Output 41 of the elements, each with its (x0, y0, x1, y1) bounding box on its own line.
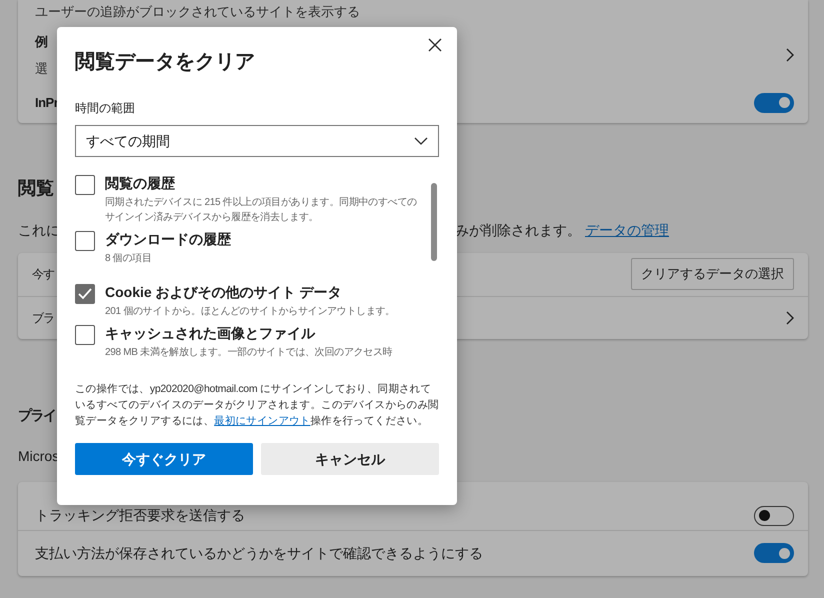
dialog-title: 閲覧データをクリア (75, 50, 256, 75)
setting-description: ユーザーの追跡がブロックされているサイトを表示する (34, 3, 361, 21)
toggle-switch[interactable] (754, 543, 794, 563)
option-label: キャッシュされた画像とファイル (105, 324, 316, 343)
chevron-right-icon (786, 310, 794, 324)
setting-label: ブラ (32, 310, 54, 326)
setting-label: トラッキング拒否要求を送信する (35, 506, 245, 524)
checkmark-icon (78, 288, 92, 300)
setting-label: 例 (35, 32, 48, 50)
range-dropdown[interactable]: すべての期間 (75, 125, 439, 157)
clear-now-button[interactable]: 今すぐクリア (75, 443, 253, 475)
toggle-switch[interactable] (754, 506, 794, 526)
checkbox[interactable] (75, 231, 95, 251)
range-label: 時間の範囲 (75, 100, 136, 117)
section-heading: 閲覧 (18, 176, 54, 200)
setting-label: InPr (35, 94, 58, 112)
option-description: 8 個の項目 (105, 252, 153, 266)
option-description: 298 MB 未満を解放します。一部のサイトでは、次回のアクセス時 (105, 346, 392, 360)
section-heading: プライ (18, 406, 56, 424)
close-icon[interactable] (427, 37, 443, 53)
scrollbar-thumb[interactable] (431, 183, 437, 261)
sign-out-link[interactable]: 最初にサインアウト (214, 415, 310, 427)
setting-label: 今す (32, 266, 54, 283)
option-label: Cookie およびその他のサイト データ (105, 283, 342, 302)
chevron-right-icon (786, 48, 794, 62)
option-description: 201 個のサイトから。ほとんどのサイトからサインアウトします。 (105, 305, 395, 319)
option-label: 閲覧の履歴 (105, 174, 176, 193)
checkbox[interactable] (75, 284, 95, 304)
cancel-button[interactable]: キャンセル (261, 443, 439, 475)
sync-notice: この操作では、yp202020@hotmail.com にサインインしており、同期されているすべてのデバイスのデータがクリアされます。このデバイスからのみ閲覧データをクリアするには、最初にサインアウト 操作を行ってください。 (75, 382, 439, 429)
checkbox[interactable] (75, 325, 95, 345)
chevron-down-icon (414, 137, 428, 145)
manage-data-link[interactable]: データの管理 (585, 220, 669, 240)
option-description: 同期されたデバイスに 215 件以上の項目があります。同期中のすべてのサインイン済みデバイスから履歴を消去します。 (105, 196, 418, 225)
option-label: ダウンロードの履歴 (105, 230, 231, 249)
toggle-switch[interactable] (754, 92, 794, 112)
section-description: Micros (18, 446, 60, 466)
checkbox[interactable] (75, 175, 95, 195)
choose-data-button[interactable]: クリアするデータの選択 (631, 258, 794, 290)
setting-label: 支払い方法が保存されているかどうかをサイトで確認できるようにする (35, 544, 483, 562)
setting-description: 選 (35, 60, 48, 78)
